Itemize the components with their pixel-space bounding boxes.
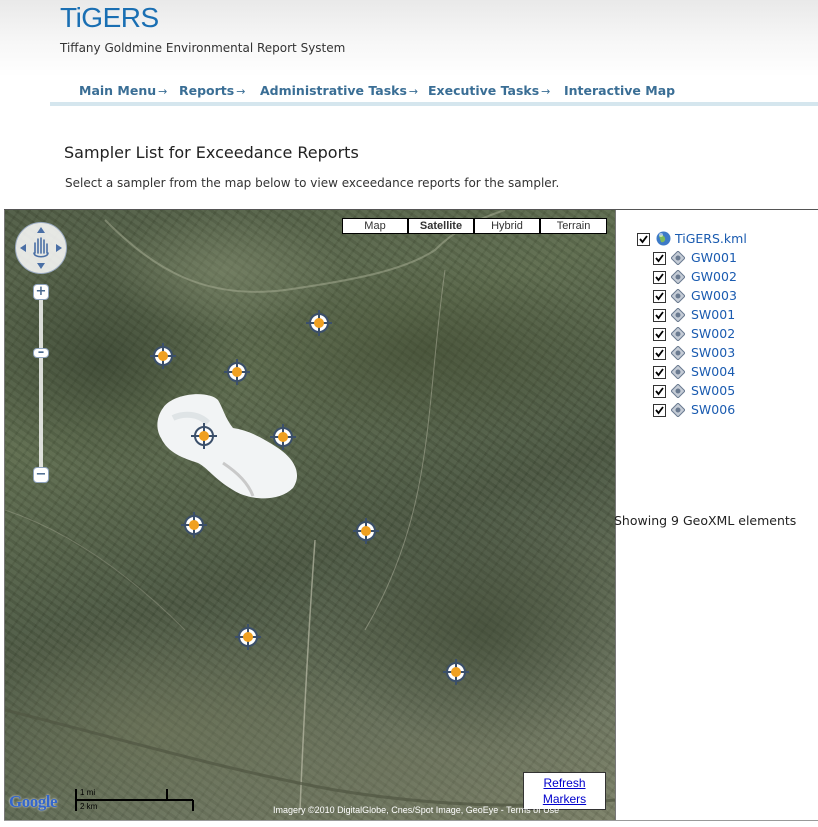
sampler-checkbox[interactable] — [653, 404, 666, 417]
map-type-map-button[interactable]: Map — [342, 218, 408, 234]
nav-executive-tasks[interactable]: Executive Tasks → — [428, 83, 550, 98]
map-type-satellite-button[interactable]: Satellite — [408, 218, 474, 234]
nav-interactive-map[interactable]: Interactive Map — [564, 83, 675, 98]
diamond-target-icon — [671, 251, 685, 265]
nav-administrative-tasks[interactable]: Administrative Tasks → — [260, 83, 418, 98]
sampler-marker-icon[interactable] — [442, 658, 470, 686]
map-scale-bar: 1 mi 2 km — [75, 787, 195, 813]
sampler-marker-icon[interactable] — [234, 623, 262, 651]
sampler-checkbox[interactable] — [653, 290, 666, 303]
sampler-link[interactable]: SW004 — [691, 364, 735, 379]
sampler-row-sw006: SW006 — [634, 401, 804, 420]
page-description: Select a sampler from the map below to v… — [65, 176, 560, 190]
nav-reports[interactable]: Reports → — [179, 83, 245, 98]
sampler-link[interactable]: SW006 — [691, 402, 735, 417]
kml-root-link[interactable]: TiGERS.kml — [675, 231, 747, 246]
zoom-out-button[interactable]: − — [33, 467, 49, 483]
sampler-row-sw004: SW004 — [634, 363, 804, 382]
sampler-checkbox[interactable] — [653, 309, 666, 322]
sampler-link[interactable]: GW003 — [691, 288, 737, 303]
sampler-marker-icon[interactable] — [149, 342, 177, 370]
map-attribution[interactable]: Imagery ©2010 DigitalGlobe, Cnes/Spot Im… — [273, 805, 559, 815]
map-section: Map Satellite Hybrid Terrain + – − Refre… — [4, 209, 818, 821]
sampler-marker-icon[interactable] — [223, 358, 251, 386]
sampler-row-sw001: SW001 — [634, 306, 804, 325]
map-type-terrain-button[interactable]: Terrain — [540, 218, 607, 234]
pan-hand-icon[interactable] — [16, 223, 66, 273]
refresh-markers-link[interactable]: Refresh Markers — [543, 776, 586, 806]
kml-root-row: TiGERS.kml — [634, 230, 804, 249]
diamond-target-icon — [671, 289, 685, 303]
main-nav: Main Menu → Reports → Administrative Tasks… — [50, 80, 818, 106]
nav-main-menu[interactable]: Main Menu → — [79, 83, 167, 98]
sampler-link[interactable]: SW001 — [691, 307, 735, 322]
zoom-slider-handle[interactable]: – — [33, 346, 49, 359]
sampler-marker-icon[interactable] — [190, 422, 218, 450]
pan-control[interactable] — [15, 222, 67, 274]
satellite-map[interactable]: Map Satellite Hybrid Terrain + – − Refre… — [4, 210, 616, 820]
zoom-in-button[interactable]: + — [33, 284, 49, 300]
sampler-row-sw002: SW002 — [634, 325, 804, 344]
diamond-target-icon — [671, 308, 685, 322]
sampler-checkbox[interactable] — [653, 271, 666, 284]
diamond-target-icon — [671, 384, 685, 398]
kml-root-checkbox[interactable] — [637, 233, 650, 246]
sampler-row-sw005: SW005 — [634, 382, 804, 401]
sampler-checkbox[interactable] — [653, 385, 666, 398]
diamond-target-icon — [671, 327, 685, 341]
sampler-checkbox[interactable] — [653, 252, 666, 265]
sampler-link[interactable]: GW001 — [691, 250, 737, 265]
sampler-marker-icon[interactable] — [180, 511, 208, 539]
sampler-row-gw002: GW002 — [634, 268, 804, 287]
sampler-row-gw003: GW003 — [634, 287, 804, 306]
diamond-target-icon — [671, 270, 685, 284]
map-terrain-overlay — [5, 210, 615, 811]
sampler-checkbox[interactable] — [653, 347, 666, 360]
sampler-row-sw003: SW003 — [634, 344, 804, 363]
page-title: Sampler List for Exceedance Reports — [64, 143, 359, 162]
sampler-row-gw001: GW001 — [634, 249, 804, 268]
diamond-target-icon — [671, 346, 685, 360]
scale-km-label: 2 km — [80, 802, 98, 811]
map-type-hybrid-button[interactable]: Hybrid — [474, 218, 540, 234]
sampler-checkbox[interactable] — [653, 328, 666, 341]
geoxml-status: Showing 9 GeoXML elements — [614, 513, 797, 528]
site-logo[interactable]: TiGERS — [60, 2, 159, 34]
google-logo[interactable]: Google — [9, 792, 58, 812]
diamond-target-icon — [671, 403, 685, 417]
sampler-link[interactable]: SW005 — [691, 383, 735, 398]
globe-icon — [656, 231, 671, 246]
sampler-link[interactable]: SW002 — [691, 326, 735, 341]
diamond-target-icon — [671, 365, 685, 379]
sampler-marker-icon[interactable] — [269, 423, 297, 451]
scale-miles-label: 1 mi — [80, 788, 96, 797]
zoom-slider-track[interactable] — [39, 295, 43, 475]
sampler-link[interactable]: GW002 — [691, 269, 737, 284]
kml-tree: TiGERS.kml GW001 GW002 GW003 SW001 SW002 SW00… — [634, 230, 804, 420]
sampler-marker-icon[interactable] — [305, 309, 333, 337]
page-header: TiGERS Tiffany Goldmine Environmental Re… — [0, 0, 818, 110]
sampler-checkbox[interactable] — [653, 366, 666, 379]
sampler-marker-icon[interactable] — [352, 517, 380, 545]
site-subtitle: Tiffany Goldmine Environmental Report Sy… — [60, 41, 346, 55]
sampler-link[interactable]: SW003 — [691, 345, 735, 360]
